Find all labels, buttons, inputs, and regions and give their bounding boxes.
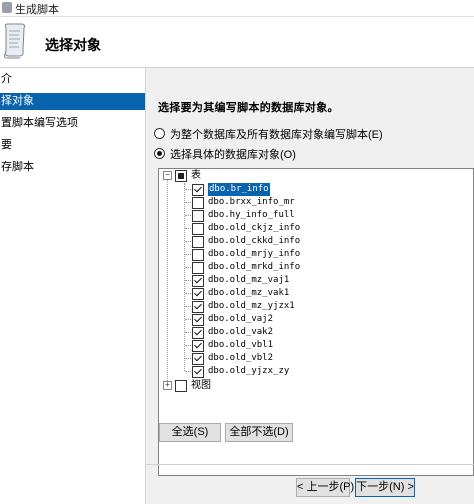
radio-unchecked-icon[interactable] [154, 128, 165, 139]
tree-node-views[interactable]: + 视图 [159, 379, 459, 392]
table-name: dbo.old_vaj2 [208, 314, 274, 324]
checked-checkbox[interactable] [192, 340, 204, 352]
table-row[interactable]: dbo.old_vaj2 [159, 313, 459, 326]
unchecked-checkbox[interactable] [192, 197, 204, 209]
table-row[interactable]: dbo.br_info [159, 182, 459, 197]
nav-item-scripting-options[interactable]: 置脚本编写选项 [0, 115, 145, 132]
radio-label-specific: 选择具体的数据库对象(O) [170, 149, 296, 161]
table-row[interactable]: dbo.old_mrkd_info [159, 261, 459, 274]
expand-icon[interactable]: + [163, 381, 172, 390]
table-name: dbo.old_vbl1 [208, 340, 274, 350]
views-checkbox[interactable] [175, 380, 187, 392]
checked-checkbox[interactable] [192, 366, 204, 378]
table-name: dbo.old_ckkd_info [208, 236, 301, 246]
unchecked-checkbox[interactable] [192, 236, 204, 248]
table-row[interactable]: dbo.old_vak2 [159, 326, 459, 339]
table-row[interactable]: dbo.old_mz_vaj1 [159, 274, 459, 287]
unchecked-checkbox[interactable] [192, 262, 204, 274]
main-panel: 选择要为其编写脚本的数据库对象。 为整个数据库及所有数据库对象编写脚本(E) 选… [146, 68, 474, 504]
footer-separator [146, 464, 474, 465]
radio-script-entire-db[interactable]: 为整个数据库及所有数据库对象编写脚本(E) [154, 126, 383, 142]
tree-connector [185, 306, 191, 307]
table-name: dbo.brxx_info_mr [208, 197, 295, 207]
tree-connector [185, 215, 191, 216]
tables-partial-checkbox[interactable] [175, 170, 187, 182]
wizard-nav: 介 择对象 置脚本编写选项 要 存脚本 [0, 68, 146, 504]
tree-connector [185, 371, 191, 372]
table-row[interactable]: dbo.old_ckkd_info [159, 235, 459, 248]
next-button[interactable]: 下一步(N) > [355, 478, 415, 497]
unchecked-checkbox[interactable] [192, 223, 204, 235]
title-bar: 生成脚本 [0, 0, 474, 17]
nav-item-save-script[interactable]: 存脚本 [0, 159, 145, 176]
tree-connector [185, 358, 191, 359]
page-heading: 选择对象 [45, 37, 101, 53]
radio-select-specific[interactable]: 选择具体的数据库对象(O) [154, 146, 296, 162]
table-row[interactable]: dbo.old_mz_yjzx1 [159, 300, 459, 313]
checked-checkbox[interactable] [192, 327, 204, 339]
checked-checkbox[interactable] [192, 314, 204, 326]
tree-connector [185, 280, 191, 281]
radio-checked-icon[interactable] [154, 148, 165, 159]
unchecked-checkbox[interactable] [192, 210, 204, 222]
radio-label-entire-db: 为整个数据库及所有数据库对象编写脚本(E) [170, 129, 383, 141]
table-row[interactable]: dbo.old_ckjz_info [159, 222, 459, 235]
tables-label: 表 [191, 170, 201, 181]
script-scroll-icon [3, 23, 26, 59]
tree-connector [185, 228, 191, 229]
wizard-header: 选择对象 [0, 17, 474, 68]
instruction-text: 选择要为其编写脚本的数据库对象。 [158, 102, 339, 114]
checked-checkbox[interactable] [192, 353, 204, 365]
deselect-all-button[interactable]: 全部不选(D) [225, 423, 293, 442]
window-title: 生成脚本 [15, 4, 59, 16]
select-all-button[interactable]: 全选(S) [159, 423, 221, 442]
table-name: dbo.old_mz_vak1 [208, 288, 290, 298]
table-name: dbo.old_vbl2 [208, 353, 274, 363]
table-name: dbo.old_mrjy_info [208, 249, 301, 259]
collapse-icon[interactable]: − [163, 171, 172, 180]
tree-connector [185, 293, 191, 294]
checked-checkbox[interactable] [192, 288, 204, 300]
table-name: dbo.br_info [207, 182, 271, 197]
table-row[interactable]: dbo.brxx_info_mr [159, 196, 459, 209]
tree-connector [185, 345, 191, 346]
views-label: 视图 [191, 380, 211, 391]
table-row[interactable]: dbo.old_yjzx_zy [159, 365, 459, 378]
table-row[interactable]: dbo.old_mz_vak1 [159, 287, 459, 300]
nav-item-choose-objects[interactable]: 择对象 [0, 93, 145, 110]
unchecked-checkbox[interactable] [192, 249, 204, 261]
table-row[interactable]: dbo.hy_info_full [159, 209, 459, 222]
table-row[interactable]: dbo.old_vbl1 [159, 339, 459, 352]
tree-connector [185, 241, 191, 242]
tree-connector [185, 189, 191, 190]
app-icon [2, 2, 12, 13]
nav-item-summary[interactable]: 要 [0, 137, 145, 154]
checked-checkbox[interactable] [192, 184, 204, 196]
tree-connector [185, 319, 191, 320]
previous-button[interactable]: < 上一步(P) [296, 478, 354, 497]
checked-checkbox[interactable] [192, 301, 204, 313]
table-name: dbo.old_mrkd_info [208, 262, 301, 272]
tree-connector [185, 202, 191, 203]
table-row[interactable]: dbo.old_vbl2 [159, 352, 459, 365]
table-name: dbo.old_yjzx_zy [208, 366, 290, 376]
table-name: dbo.hy_info_full [208, 210, 295, 220]
table-name: dbo.old_ckjz_info [208, 223, 301, 233]
tree-connector [185, 254, 191, 255]
tree-connector [185, 267, 191, 268]
table-name: dbo.old_mz_yjzx1 [208, 301, 295, 311]
table-name: dbo.old_vak2 [208, 327, 274, 337]
tree-connector [185, 332, 191, 333]
nav-item-intro[interactable]: 介 [0, 71, 145, 88]
tree-node-tables[interactable]: − 表 [159, 169, 459, 182]
checked-checkbox[interactable] [192, 275, 204, 287]
table-row[interactable]: dbo.old_mrjy_info [159, 248, 459, 261]
table-name: dbo.old_mz_vaj1 [208, 275, 290, 285]
